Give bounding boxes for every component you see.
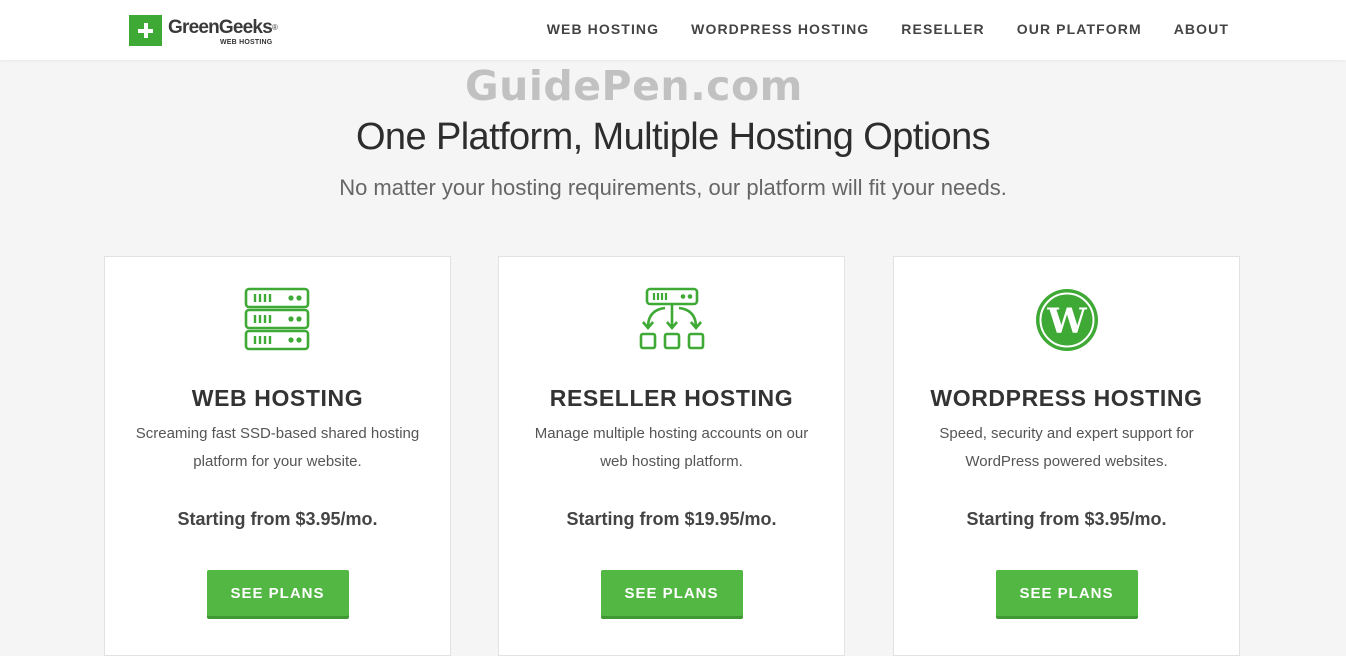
logo-name: GreenGeeks®: [168, 17, 278, 38]
card-icon-wrap: W: [894, 285, 1239, 355]
card-title: RESELLER HOSTING: [549, 385, 794, 411]
brand-name: GreenGeeks: [168, 17, 273, 38]
card-title: WORDPRESS HOSTING: [930, 385, 1203, 411]
site-header: GreenGeeks® WEB HOSTING WEB HOSTING WORD…: [0, 0, 1346, 60]
page-title: One Platform, Multiple Hosting Options: [355, 116, 991, 158]
watermark: GuidePen.com: [465, 62, 803, 110]
reseller-network-icon: [639, 287, 704, 350]
nav-web-hosting[interactable]: WEB HOSTING: [547, 21, 659, 37]
see-plans-button[interactable]: SEE PLANS: [600, 570, 743, 616]
see-plans-button[interactable]: SEE PLANS: [206, 570, 349, 616]
card-icon-wrap: [105, 285, 450, 355]
nav-our-platform[interactable]: OUR PLATFORM: [1017, 21, 1142, 37]
plus-logo-icon: [129, 14, 162, 46]
card-description: Manage multiple hosting accounts on our …: [534, 425, 809, 470]
card-price: Starting from $3.95/mo.: [966, 509, 1167, 529]
logo-wordmark: GreenGeeks® WEB HOSTING: [168, 17, 278, 47]
see-plans-button[interactable]: SEE PLANS: [995, 570, 1138, 616]
card-price: Starting from $3.95/mo.: [177, 509, 378, 529]
card-description: Speed, security and expert support for W…: [939, 425, 1194, 470]
card-description: Screaming fast SSD-based shared hosting …: [135, 425, 420, 470]
nav-wordpress-hosting[interactable]: WORDPRESS HOSTING: [691, 21, 869, 37]
brand-tagline: WEB HOSTING: [220, 39, 273, 46]
card-wordpress-hosting: W WORDPRESS HOSTING Speed, security and …: [893, 256, 1240, 656]
brand-trademark: ®: [271, 23, 278, 32]
card-web-hosting: WEB HOSTING Screaming fast SSD-based sha…: [104, 256, 451, 656]
greengeeks-logo[interactable]: GreenGeeks® WEB HOSTING: [129, 14, 278, 47]
card-price: Starting from $19.95/mo.: [566, 509, 777, 529]
page-subtitle: No matter your hosting requirements, our…: [339, 175, 1007, 200]
card-icon-wrap: [499, 285, 844, 355]
card-title: WEB HOSTING: [191, 385, 364, 411]
card-reseller-hosting: RESELLER HOSTING Manage multiple hosting…: [498, 256, 845, 656]
wordpress-icon: W: [1035, 289, 1098, 351]
main-nav: WEB HOSTING WORDPRESS HOSTING RESELLER O…: [515, 21, 1229, 37]
svg-text:W: W: [1046, 301, 1087, 342]
nav-reseller[interactable]: RESELLER: [901, 21, 984, 37]
server-stack-icon: [244, 287, 309, 351]
nav-about[interactable]: ABOUT: [1174, 21, 1229, 37]
